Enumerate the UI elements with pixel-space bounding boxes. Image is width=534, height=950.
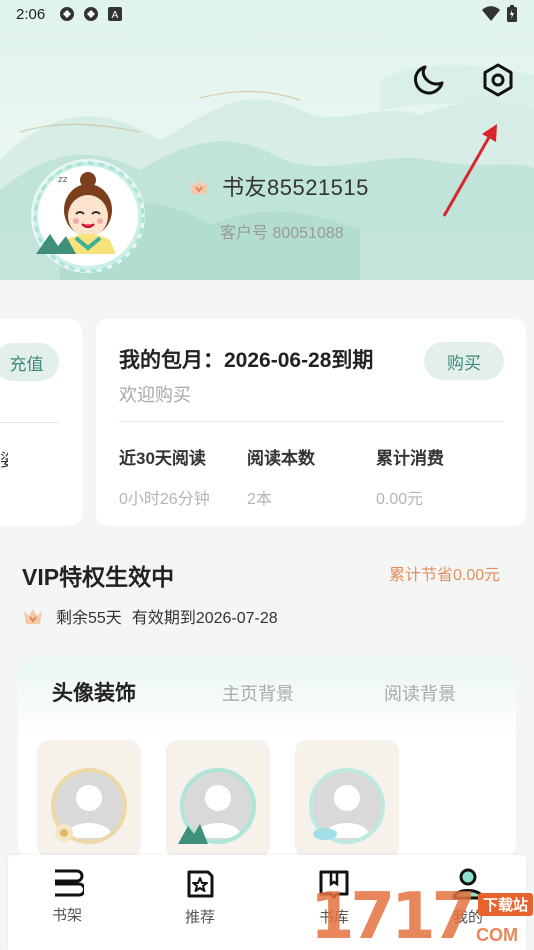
- svg-text:zz: zz: [58, 175, 68, 185]
- crown-icon: [24, 609, 42, 624]
- nav-bookshelf[interactable]: 书架: [27, 868, 107, 925]
- vip-title: VIP特权生效中: [22, 564, 175, 590]
- app-notification-icon-2: [84, 7, 99, 21]
- stat-label: 阅读本数: [247, 449, 315, 468]
- settings-button[interactable]: [478, 60, 518, 100]
- bookshelf-icon: [55, 869, 84, 897]
- profile-name-row: 书友85521515: [188, 170, 369, 202]
- crown-icon: [190, 179, 208, 194]
- tab-reading-background[interactable]: 阅读背景: [384, 680, 456, 706]
- nav-label: 推荐: [184, 909, 215, 926]
- stat-reading-time[interactable]: 近30天阅读 0小时26分钟: [119, 444, 210, 509]
- stat-value: 0.00元: [376, 491, 424, 508]
- watermark-logo: 1717: [310, 880, 476, 950]
- app-notification-icon: [60, 7, 75, 21]
- tab-avatar-decoration[interactable]: 头像装饰: [52, 677, 136, 707]
- battery-icon: [507, 5, 517, 22]
- recharge-button[interactable]: 充值: [0, 343, 59, 381]
- night-mode-button[interactable]: [408, 60, 448, 100]
- watermark-tag: 下载站: [478, 893, 534, 916]
- flower-decoration-icon: [55, 824, 73, 842]
- stat-label: 累计消费: [376, 449, 444, 468]
- star-square-icon: [187, 870, 214, 898]
- avatar-image: zz: [33, 161, 145, 273]
- customer-number: 客户号 80051088: [220, 225, 344, 242]
- vip-savings[interactable]: 累计节省0.00元: [389, 561, 500, 585]
- watermark-domain: COM: [476, 925, 518, 945]
- avatar[interactable]: zz: [30, 158, 148, 276]
- keyboard-a-icon: A: [108, 7, 123, 21]
- buy-button[interactable]: 购买: [424, 342, 504, 380]
- moon-icon: [414, 65, 444, 95]
- cloud-decoration-icon: [313, 828, 337, 840]
- subscription-title: 我的包月：2026-06-28到期: [119, 349, 374, 372]
- mountain-decoration-icon: [178, 824, 208, 844]
- avatar-frame-option[interactable]: [37, 740, 141, 858]
- vip-remaining: 剩余55天: [56, 610, 122, 627]
- stat-total-spent[interactable]: 累计消费 0.00元: [376, 444, 444, 509]
- vip-status-row: 剩余55天 有效期到2026-07-28: [22, 604, 278, 628]
- vip-expiry: 有效期到2026-07-28: [131, 610, 278, 627]
- username: 书友85521515: [222, 175, 369, 200]
- stat-value: 0小时26分钟: [119, 491, 210, 508]
- status-time: 2:06: [16, 5, 46, 23]
- wifi-icon: [482, 6, 500, 21]
- tab-home-background[interactable]: 主页背景: [222, 680, 294, 706]
- stat-books-read[interactable]: 阅读本数 2本: [247, 444, 315, 509]
- wallet-card-clipped-text: 娑: [0, 446, 8, 471]
- divider: [119, 421, 504, 422]
- annotation-arrow: [442, 124, 497, 217]
- nav-recommend[interactable]: 推荐: [160, 868, 240, 927]
- avatar-frame-option[interactable]: [295, 740, 399, 858]
- stat-label: 近30天阅读: [119, 449, 206, 468]
- avatar-frame-option[interactable]: [166, 740, 270, 858]
- hexagon-settings-icon: [483, 63, 513, 97]
- subscription-subtitle: 欢迎购买: [119, 385, 191, 405]
- svg-text:A: A: [112, 10, 119, 21]
- stat-value: 2本: [247, 491, 272, 508]
- status-bar: 2:06 A: [0, 0, 534, 28]
- divider: [0, 422, 58, 423]
- nav-label: 书架: [51, 907, 82, 924]
